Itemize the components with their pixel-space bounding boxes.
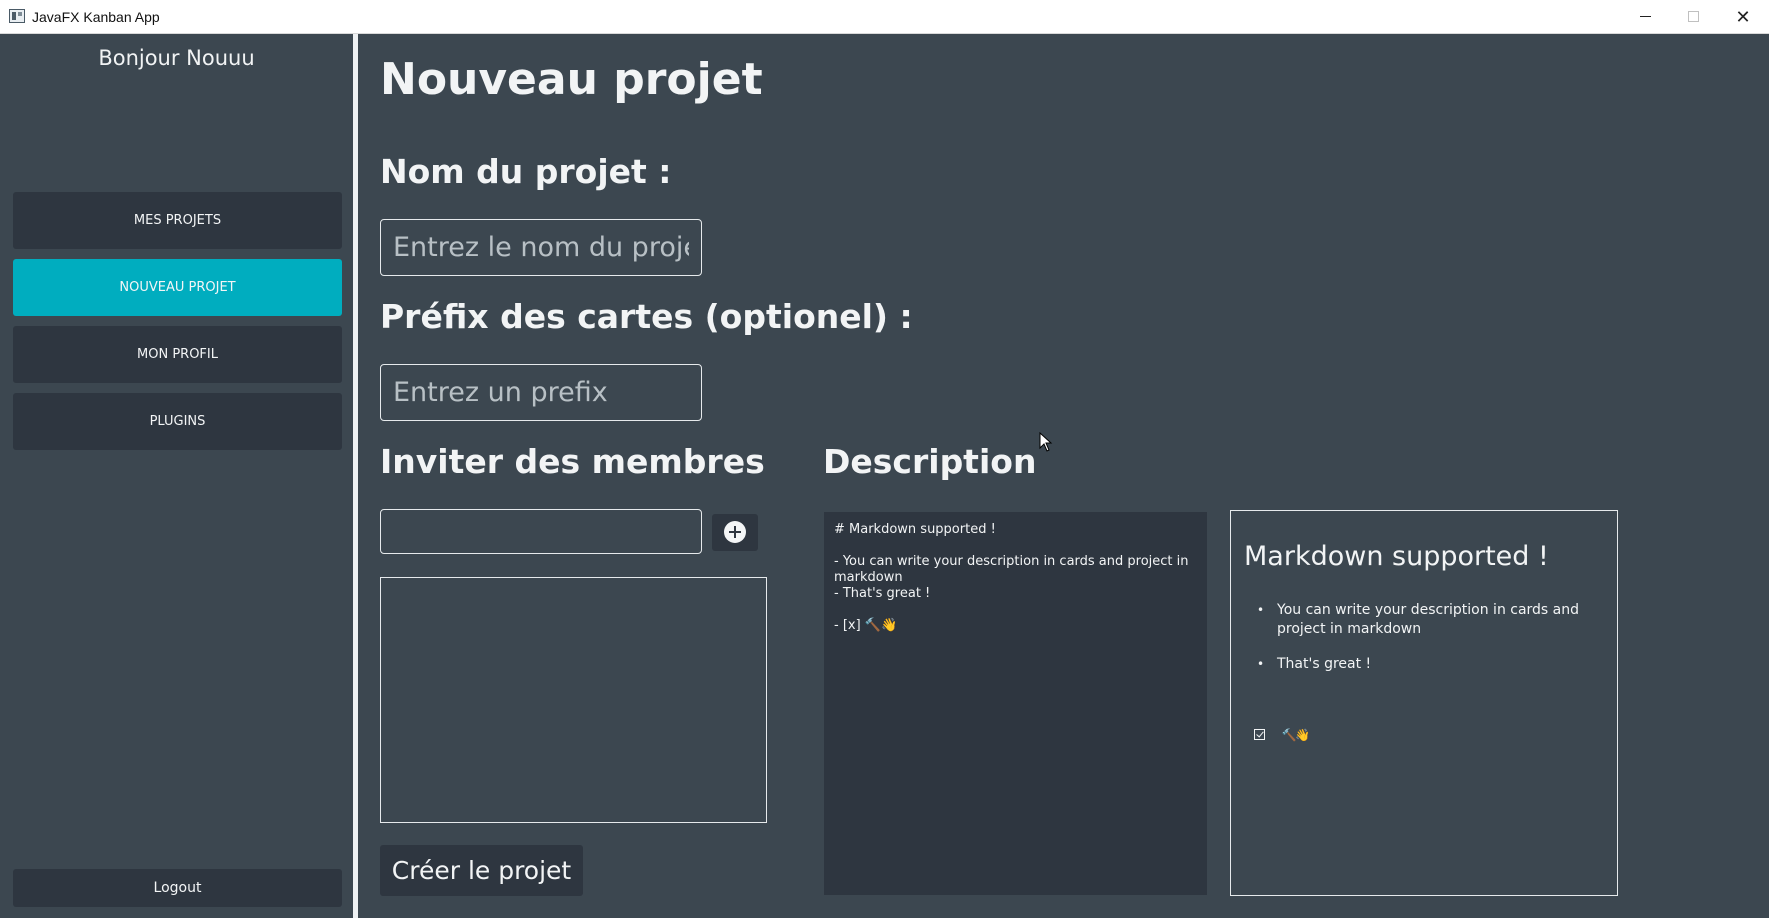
app-icon [9,9,25,23]
checkbox-checked-icon [1254,729,1265,740]
minimize-icon [1639,16,1651,18]
close-button[interactable]: ✕ [1719,0,1767,34]
minimize-button[interactable] [1621,0,1669,34]
description-label: Description [823,442,1037,481]
description-editor[interactable]: # Markdown supported ! - You can write y… [824,512,1207,895]
list-item: • You can write your description in card… [1257,601,1607,639]
logout-label: Logout [153,880,202,896]
preview-item-text: You can write your description in cards … [1277,602,1580,637]
invited-members-list[interactable] [380,577,767,823]
description-preview: Markdown supported ! • You can write you… [1230,510,1618,896]
create-project-button[interactable]: Créer le projet [380,845,583,896]
list-item: • That's great ! [1257,655,1607,674]
greeting-text: Bonjour Nouuu [98,46,255,70]
preview-item-text: That's great ! [1277,656,1372,672]
sidebar-item-plugins[interactable]: PLUGINS [13,393,342,450]
invite-member-input[interactable] [380,509,702,554]
maximize-button[interactable] [1669,0,1717,34]
preview-heading: Markdown supported ! [1244,541,1549,572]
card-prefix-input[interactable] [380,364,702,421]
plus-circle-icon [724,521,746,543]
sidebar-item-mes-projets[interactable]: MES PROJETS [13,192,342,249]
create-project-label: Créer le projet [391,856,572,885]
add-member-button[interactable] [712,514,758,551]
preview-list: • You can write your description in card… [1257,601,1607,690]
main-content: Nouveau projet Nom du projet : Préfix de… [358,34,1769,918]
sidebar-item-label: MES PROJETS [133,213,222,228]
sidebar-item-nouveau-projet[interactable]: NOUVEAU PROJET [13,259,342,316]
bullet-icon: • [1257,603,1265,617]
close-icon: ✕ [1735,7,1751,27]
bullet-icon: • [1257,657,1265,671]
maximize-icon [1687,11,1699,23]
sidebar-item-mon-profil[interactable]: MON PROFIL [13,326,342,383]
project-name-label: Nom du projet : [380,152,672,191]
invite-members-label: Inviter des membres [380,442,765,481]
sidebar-item-label: PLUGINS [149,414,206,429]
project-name-input[interactable] [380,219,702,276]
preview-task-item: 🔨👋 [1254,727,1310,743]
logout-button[interactable]: Logout [13,869,342,907]
page-title: Nouveau projet [380,54,763,105]
card-prefix-label: Préfix des cartes (optionel) : [380,297,913,336]
window-titlebar: JavaFX Kanban App ✕ [0,0,1769,34]
window-title: JavaFX Kanban App [32,9,160,25]
sidebar-item-label: NOUVEAU PROJET [119,280,236,295]
sidebar: Bonjour Nouuu MES PROJETS NOUVEAU PROJET… [0,34,353,918]
preview-task-text: 🔨👋 [1281,728,1310,742]
sidebar-item-label: MON PROFIL [137,347,218,362]
